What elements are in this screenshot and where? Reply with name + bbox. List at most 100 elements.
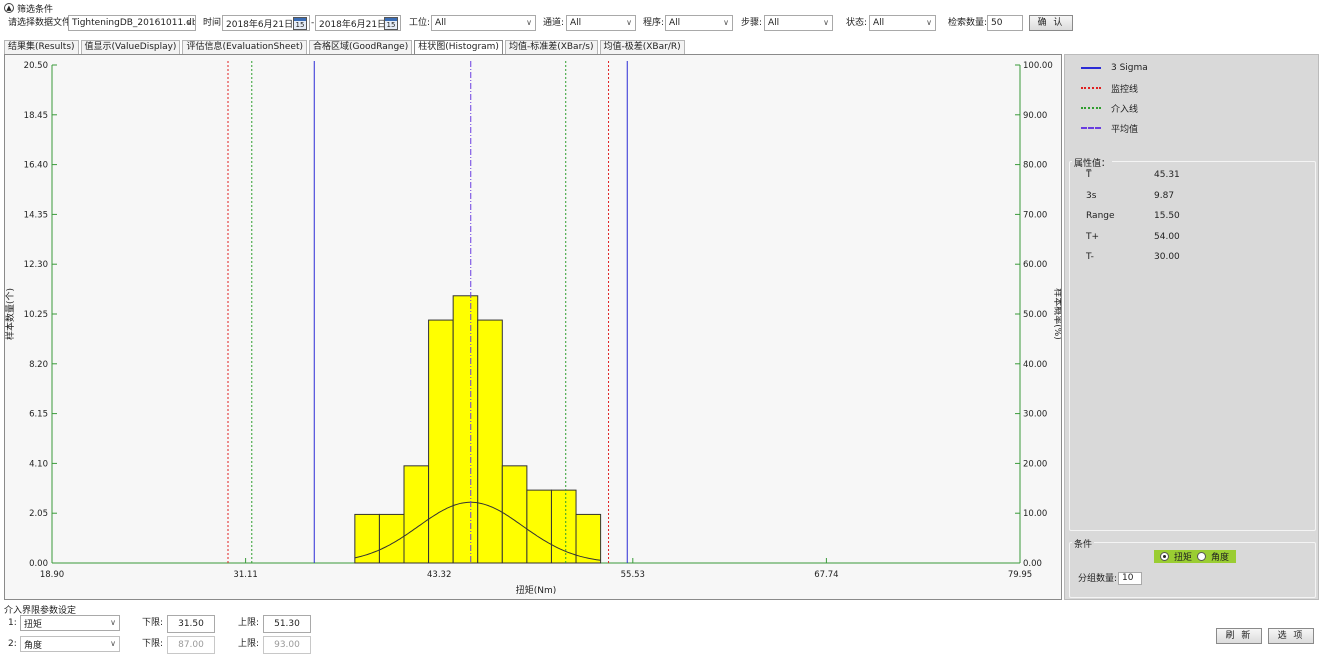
chart-legend: 3 Sigma 监控线介入线平均值	[1069, 57, 1316, 157]
y-axis-label: 样本数量(个)	[5, 288, 16, 340]
collapse-icon[interactable]: ▲	[4, 3, 14, 13]
count-input[interactable]: 50	[987, 15, 1023, 31]
y2-tick-label: 80.00	[1023, 161, 1047, 171]
group-count-input[interactable]: 10	[1118, 572, 1142, 585]
y2-tick-label: 0.00	[1023, 559, 1042, 569]
histogram-bar	[452, 295, 479, 564]
tab-3[interactable]: 合格区域(GoodRange)	[308, 40, 413, 54]
step-select[interactable]: All ∨	[764, 15, 833, 31]
status-label: 状态:	[846, 18, 868, 28]
histogram-bar	[354, 513, 380, 564]
property-key: Range	[1086, 211, 1115, 221]
y2-tick-label: 50.00	[1023, 310, 1047, 320]
property-key: 3s	[1086, 190, 1097, 201]
limit-row1-lower-input[interactable]: 31.50	[167, 615, 215, 633]
radio-torque[interactable]	[1160, 552, 1169, 561]
y2-tick-label: 60.00	[1023, 260, 1047, 270]
conditions-group: 条件 扭矩 角度 分组数量: 10	[1069, 537, 1316, 598]
legend-item: 介入线	[1081, 101, 1138, 115]
y2-tick-label: 10.00	[1023, 509, 1047, 519]
histogram-chart: 0.00 2.05 4.10 6.15 8.20 10.25 12.30 14.35 16.40…	[4, 54, 1062, 600]
status-select[interactable]: All ∨	[869, 15, 936, 31]
y-tick-label: 18.45	[24, 111, 48, 121]
y-tick-label: 12.30	[24, 260, 48, 270]
radio-angle[interactable]	[1197, 552, 1207, 561]
file-select[interactable]: TighteningDB_20161011.db ∨	[68, 15, 196, 31]
tab-6[interactable]: 均值-极差(XBar/R)	[599, 40, 685, 54]
confirm-button[interactable]: 确 认	[1029, 15, 1073, 31]
tab-2[interactable]: 评估信息(EvaluationSheet)	[182, 40, 307, 54]
date-from-field[interactable]: 2018年6月21日 15	[222, 15, 310, 31]
property-row: T- 30.00	[1082, 252, 1282, 266]
chevron-down-icon: ∨	[626, 18, 632, 27]
group-count-label: 分组数量:	[1078, 574, 1118, 584]
tab-0[interactable]: 结果集(Results)	[4, 40, 79, 54]
legend-label: 平均值	[1111, 124, 1139, 135]
channel-select[interactable]: All ∨	[566, 15, 636, 31]
options-button[interactable]: 选 项	[1268, 628, 1314, 644]
histogram-bar	[477, 319, 503, 564]
program-select[interactable]: All ∨	[665, 15, 733, 31]
y2-axis-label: 样本概率(%)	[1052, 288, 1061, 340]
station-select[interactable]: All ∨	[431, 15, 536, 31]
legend-swatch	[1081, 107, 1101, 109]
date-from-value: 2018年6月21日	[226, 19, 294, 30]
tab-1[interactable]: 值显示(ValueDisplay)	[80, 40, 181, 54]
legend-swatch	[1081, 127, 1101, 129]
channel-label: 通道:	[543, 18, 565, 28]
y2-tick-label: 100.00	[1023, 61, 1053, 71]
histogram-bar	[526, 489, 552, 564]
program-label: 程序:	[643, 18, 665, 28]
file-label: 请选择数据文件:	[8, 18, 75, 28]
properties-title: 属性值：	[1072, 156, 1113, 169]
x-tick-label: 31.11	[233, 570, 257, 580]
limit-row1-type-value: 扭矩	[24, 619, 43, 630]
legend-label: 介入线	[1111, 104, 1139, 115]
station-label: 工位:	[409, 18, 431, 28]
limit-row1-upper-input[interactable]: 51.30	[263, 615, 311, 633]
limit-row1-upper-label: 上限:	[238, 618, 260, 628]
status-select-value: All	[873, 18, 885, 28]
step-label: 步骤:	[741, 18, 763, 28]
tab-strip: 结果集(Results) 值显示(ValueDisplay) 评估信息(Evalua…	[4, 40, 685, 55]
count-label: 检索数量:	[948, 18, 988, 28]
property-row: T̅ 45.31	[1082, 170, 1282, 184]
property-row: Range 15.50	[1082, 211, 1282, 225]
calendar-icon[interactable]: 15	[293, 17, 307, 30]
date-separator: -	[311, 18, 315, 28]
channel-select-value: All	[570, 18, 582, 28]
station-select-value: All	[435, 18, 447, 28]
property-key: T+	[1086, 231, 1100, 242]
property-value: 9.87	[1154, 190, 1175, 201]
y2-tick-label: 40.00	[1023, 360, 1047, 370]
limit-row1-lower-label: 下限:	[142, 618, 164, 628]
property-key: T-	[1086, 252, 1094, 262]
chevron-down-icon: ∨	[823, 18, 829, 27]
radio-torque-label[interactable]: 扭矩	[1174, 550, 1192, 563]
y-tick-label: 8.20	[29, 360, 48, 370]
refresh-button[interactable]: 刷 新	[1216, 628, 1262, 644]
radio-angle-label[interactable]: 角度	[1211, 550, 1229, 563]
y2-tick-label: 90.00	[1023, 111, 1047, 121]
calendar-icon[interactable]: 15	[384, 17, 398, 30]
tab-4[interactable]: 柱状图(Histogram)	[414, 40, 503, 55]
y2-tick-label: 20.00	[1023, 459, 1047, 469]
measure-radio-group: 扭矩 角度	[1154, 550, 1236, 563]
histogram-bar	[428, 319, 454, 564]
chevron-down-icon: ∨	[186, 18, 192, 27]
legend-item: 监控线	[1081, 81, 1138, 95]
limit-row2-lower-label: 下限:	[142, 639, 164, 649]
filter-section-header[interactable]: ▲ 筛选条件	[4, 2, 53, 15]
limit-row1-type-select[interactable]: 扭矩 ∨	[20, 615, 120, 631]
property-value: 45.31	[1154, 170, 1180, 180]
y-tick-label: 16.40	[24, 161, 48, 171]
legend-swatch	[1081, 87, 1101, 89]
x-axis-label: 扭矩(Nm)	[516, 584, 557, 596]
chevron-down-icon: ∨	[110, 639, 116, 648]
legend-item: 平均值	[1081, 121, 1138, 135]
limit-row2-type-select[interactable]: 角度 ∨	[20, 636, 120, 652]
tab-5[interactable]: 均值-标准差(XBar/s)	[504, 40, 598, 54]
property-key: T̅	[1086, 170, 1092, 180]
legend-label: 3 Sigma	[1111, 63, 1148, 73]
date-to-field[interactable]: 2018年6月21日 15	[315, 15, 401, 31]
